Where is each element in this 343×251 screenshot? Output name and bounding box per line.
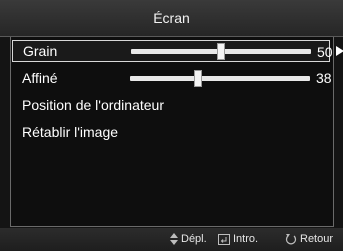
arrow-right-icon [336,46,343,56]
menu-title-bar: Écran [0,0,343,37]
menu-item-label: Affiné [22,70,58,86]
menu-item-label: Position de l'ordinateur [22,97,164,113]
menu-item-position-ordinateur[interactable]: Position de l'ordinateur [12,94,330,116]
grain-slider-knob[interactable] [217,43,225,60]
menu-item-retablir-image[interactable]: Rétablir l'image [12,121,330,143]
affine-slider-knob[interactable] [194,70,203,87]
menu-item-affine[interactable]: Affiné 38 [12,67,332,89]
enter-icon [218,233,230,245]
footer-hints: Dépl. Intro. Retour [0,228,343,251]
menu-item-grain[interactable]: Grain 50 [12,40,343,62]
affine-slider[interactable] [130,70,310,87]
return-icon [285,234,297,245]
hint-move-label: Dépl. [181,233,207,245]
affine-value: 38 [316,70,332,86]
hint-enter: Intro. [218,233,258,245]
hint-enter-label: Intro. [233,233,259,245]
osd-menu: Écran Grain 50 Affiné 38 Position de l'o… [0,0,343,251]
menu-item-label: Grain [23,43,58,59]
up-down-arrows-icon [170,233,178,245]
hint-return: Retour [285,233,333,245]
hint-return-label: Retour [300,233,334,245]
grain-slider[interactable] [131,43,311,60]
menu-title: Écran [153,10,190,26]
menu-item-label: Rétablir l'image [22,124,119,140]
hint-move: Dépl. [170,233,207,245]
